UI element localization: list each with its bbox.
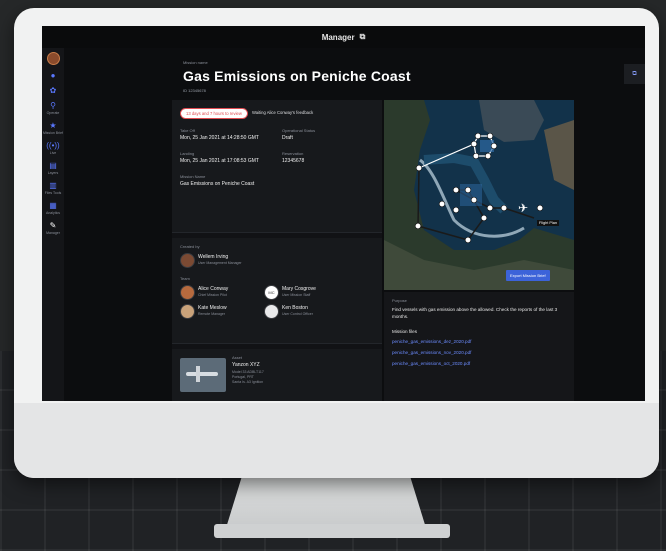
mission-name-value: Gas Emissions on Peniche Coast bbox=[180, 181, 255, 187]
sidebar-item-manager[interactable]: ✎ Manager bbox=[46, 221, 60, 235]
mission-overview-card: 13 days and 7 hours to review Waiting Al… bbox=[172, 100, 382, 233]
mission-id: ID 12345678 bbox=[183, 88, 206, 93]
landing-value: Mon, 25 Jan 2021 at 17:08:53 GMT bbox=[180, 158, 259, 164]
member-name: Mary Cosgrove bbox=[282, 286, 316, 292]
take-off-value: Mon, 25 Jan 2021 at 14:28:50 GMT bbox=[180, 135, 259, 141]
aircraft-image bbox=[180, 358, 226, 392]
sidebar-item-label: Mission Brief bbox=[42, 131, 64, 135]
database-icon: ▤ bbox=[49, 161, 57, 170]
search-icon: ⚲ bbox=[50, 101, 56, 110]
monitor: Manager ⧉ ● ✿ ⚲ Operate ★ Mission Brief … bbox=[14, 8, 659, 478]
report-icon: ▦ bbox=[49, 201, 57, 210]
sidebar-item-mission-brief[interactable]: ★ Mission Brief bbox=[43, 121, 63, 135]
member-avatar: MC bbox=[264, 285, 279, 300]
operational-status-value: Draft bbox=[282, 135, 293, 141]
asset-card[interactable]: Asset Yanzon XYZ Model 33 ADBLT117 Portu… bbox=[172, 349, 382, 401]
sidebar-item-label: Files Tools bbox=[44, 191, 62, 195]
sidebar-item-operate[interactable]: ⚲ Operate bbox=[47, 101, 60, 115]
take-off-label: Take Off bbox=[180, 128, 195, 133]
star-icon: ★ bbox=[49, 121, 57, 130]
monitor-chin bbox=[14, 403, 659, 478]
window-titlebar: Manager ⧉ bbox=[42, 26, 645, 48]
mission-info-column: 13 days and 7 hours to review Waiting Al… bbox=[172, 100, 382, 401]
main-content: Mission name Gas Emissions on Peniche Co… bbox=[172, 48, 645, 401]
creator-role: User Management Manager bbox=[198, 261, 242, 265]
gear-icon: ✿ bbox=[49, 86, 57, 95]
mission-details: Purpose Find vessels with gas emission a… bbox=[384, 292, 574, 401]
landing-label: Landing bbox=[180, 151, 195, 156]
sidebar-item-analytics[interactable]: ▦ Analytics bbox=[46, 201, 60, 215]
reservation-value: 12345678 bbox=[282, 158, 305, 164]
team-label: Team bbox=[180, 276, 190, 281]
window-title: Manager bbox=[321, 32, 355, 42]
bars-icon: ▥ bbox=[49, 181, 57, 190]
sidebar-item-live[interactable]: ((•)) Live bbox=[46, 141, 59, 155]
waiting-feedback-text: Waiting Alice Conway's feedback bbox=[252, 110, 314, 115]
member-role: User Mission Staff bbox=[282, 293, 311, 297]
purpose-text: Find vessels with gas emission above the… bbox=[392, 307, 558, 319]
pencil-icon: ✎ bbox=[49, 221, 57, 230]
member-avatar bbox=[180, 285, 195, 300]
sidebar-item-label: Live bbox=[49, 151, 57, 155]
page-title: Gas Emissions on Peniche Coast bbox=[183, 68, 411, 84]
sidebar-item-layers[interactable]: ▤ Layers bbox=[48, 161, 59, 175]
member-role: User Control Officer bbox=[282, 312, 313, 316]
creator-name: Wellem Irving bbox=[198, 254, 229, 260]
mission-name-label: Mission Name bbox=[180, 174, 206, 179]
operational-status-label: Operational Status bbox=[282, 128, 316, 133]
monitor-stand-foot bbox=[214, 524, 450, 538]
mission-files-label: Mission files bbox=[392, 329, 418, 334]
sidebar-item-settings[interactable]: ✿ bbox=[50, 86, 57, 95]
reservation-label: Reservation bbox=[282, 151, 304, 156]
member-avatar bbox=[264, 304, 279, 319]
sidebar-item-label: Analytics bbox=[45, 211, 60, 215]
asset-detail: Model 33 ADBLT117 bbox=[232, 370, 264, 374]
sidebar-item-drop[interactable]: ● bbox=[51, 71, 56, 80]
sidebar-item-files-tools[interactable]: ▥ Files Tools bbox=[45, 181, 61, 195]
mission-file-link[interactable]: peniche_gas_emissions_nov_2020.pdf bbox=[392, 350, 471, 355]
broadcast-icon: ((•)) bbox=[46, 141, 60, 150]
satellite-map: ✈ bbox=[384, 100, 574, 290]
member-avatar bbox=[180, 304, 195, 319]
member-role: Chief Mission Pilot bbox=[198, 293, 227, 297]
monitor-stand-neck bbox=[226, 476, 426, 528]
flight-plan-label: Flight Plan bbox=[537, 220, 559, 226]
mission-file-link[interactable]: peniche_gas_emissions_oct_2020.pdf bbox=[392, 361, 470, 366]
page-subtitle: Mission name bbox=[183, 60, 208, 65]
member-name: Ken Boston bbox=[282, 305, 308, 311]
member-role: Remote Manager bbox=[198, 312, 226, 316]
sidebar-item-label: Layers bbox=[47, 171, 59, 175]
created-by-label: Created by bbox=[180, 244, 200, 249]
review-deadline-badge: 13 days and 7 hours to review bbox=[180, 108, 248, 119]
sidebar-item-profile[interactable] bbox=[46, 52, 60, 65]
open-external-button[interactable]: ⧉ bbox=[624, 64, 645, 84]
asset-name: Yanzon XYZ bbox=[232, 362, 260, 368]
drop-icon: ● bbox=[50, 71, 56, 80]
purpose-label: Purpose bbox=[392, 298, 407, 303]
external-link-icon[interactable]: ⧉ bbox=[360, 32, 366, 42]
mission-map-column: ✈ Flight Plan Export Mission Brief Purpo… bbox=[384, 100, 574, 401]
member-name: Kate Meslow bbox=[198, 305, 227, 311]
asset-detail: Santa Is. A3 Ignition bbox=[232, 380, 264, 384]
member-name: Alice Conway bbox=[198, 286, 229, 292]
mission-file-link[interactable]: peniche_gas_emissions_dez_2020.pdf bbox=[392, 339, 471, 344]
sidebar: ● ✿ ⚲ Operate ★ Mission Brief ((•)) Live… bbox=[42, 48, 64, 401]
asset-detail: Portugal, PRT bbox=[232, 375, 254, 379]
avatar[interactable] bbox=[46, 52, 60, 65]
sidebar-item-label: Operate bbox=[46, 111, 60, 115]
asset-label: Asset bbox=[232, 355, 243, 360]
sidebar-item-label: Manager bbox=[46, 231, 60, 235]
svg-text:✈: ✈ bbox=[518, 201, 528, 215]
export-mission-brief-button[interactable]: Export Mission Brief bbox=[506, 270, 550, 281]
creator-avatar bbox=[180, 253, 195, 268]
mission-map[interactable]: ✈ Flight Plan Export Mission Brief bbox=[384, 100, 574, 290]
screen: Manager ⧉ ● ✿ ⚲ Operate ★ Mission Brief … bbox=[42, 26, 645, 401]
team-card: Created by Wellem Irving User Management… bbox=[172, 238, 382, 344]
